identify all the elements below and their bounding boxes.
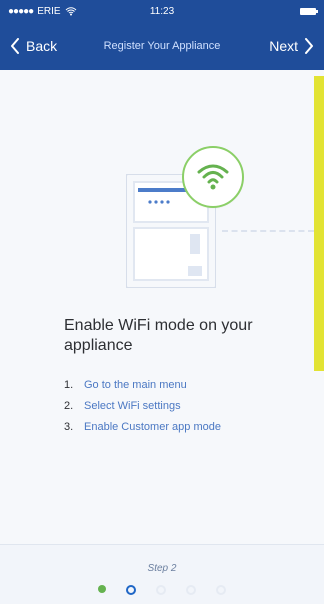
- wifi-icon: [197, 164, 229, 190]
- step-text: Enable Customer app mode: [84, 421, 221, 433]
- wifi-badge: [182, 146, 244, 208]
- step-number: 2.: [64, 400, 74, 412]
- top-bar: ●●●●● ERIE 11:23 Back Register Your Appl…: [0, 0, 324, 70]
- step-label: Step 2: [147, 563, 177, 574]
- step-item: 1. Go to the main menu: [64, 375, 284, 396]
- instruction-headline: Enable WiFi mode on your appliance: [64, 317, 253, 354]
- page-dot-inactive[interactable]: [186, 585, 196, 595]
- step-text: Select WiFi settings: [84, 400, 181, 412]
- page-dot-inactive[interactable]: [216, 585, 226, 595]
- side-panel: [314, 76, 324, 371]
- step-number: 3.: [64, 421, 74, 433]
- status-bar: ●●●●● ERIE 11:23: [0, 0, 324, 26]
- phone-screen: ●●●●● ERIE 11:23 Back Register Your Appl…: [0, 0, 324, 604]
- dashed-connector: [222, 230, 314, 232]
- instruction-steps: 1. Go to the main menu 2. Select WiFi se…: [64, 375, 284, 438]
- status-time: 11:23: [149, 6, 175, 17]
- content-area: Enable WiFi mode on your appliance 1. Go…: [0, 70, 324, 544]
- next-button[interactable]: Next: [269, 38, 314, 54]
- footer: Step 2: [0, 544, 324, 604]
- step-number: 1.: [64, 379, 74, 391]
- battery-icon: [300, 8, 318, 15]
- step-item: 2. Select WiFi settings: [64, 396, 284, 417]
- navigation-bar: Back Register Your Appliance Next: [0, 30, 324, 66]
- page-dot-complete[interactable]: [98, 585, 106, 593]
- chevron-right-icon: [305, 38, 313, 54]
- page-dot-inactive[interactable]: [156, 585, 166, 595]
- page-dot-active[interactable]: [126, 585, 136, 595]
- next-label: Next: [269, 38, 298, 54]
- page-indicator: [0, 585, 324, 595]
- step-text: Go to the main menu: [84, 379, 187, 391]
- step-item: 3. Enable Customer app mode: [64, 417, 284, 438]
